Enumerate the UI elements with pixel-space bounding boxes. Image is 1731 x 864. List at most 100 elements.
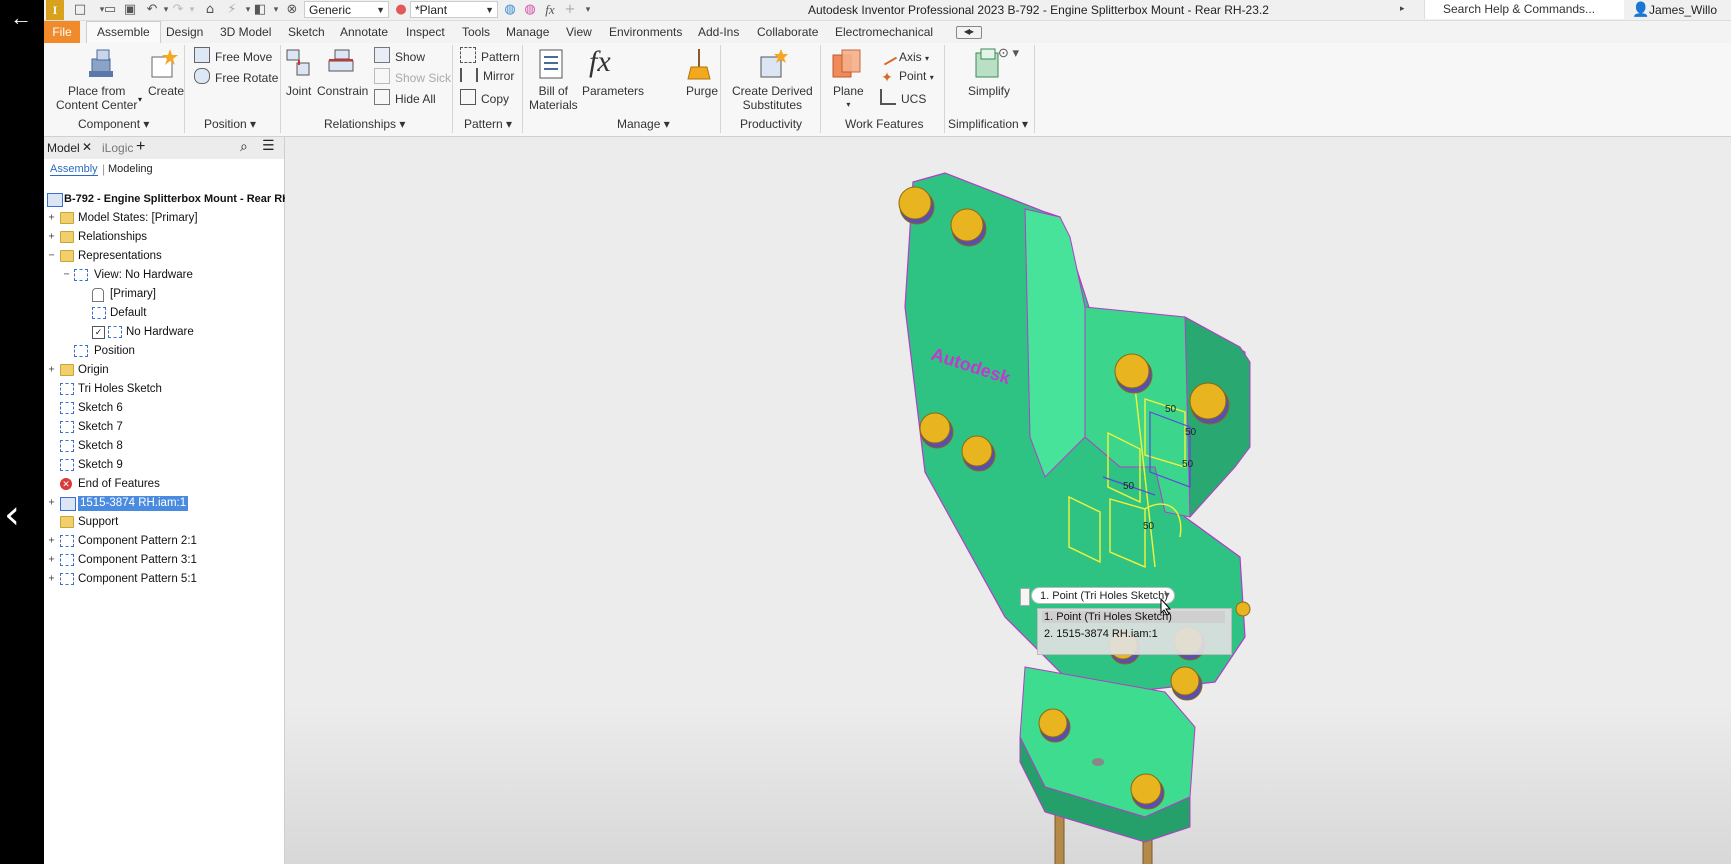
new-icon[interactable]: □ <box>72 2 88 18</box>
modeling-filter[interactable]: Modeling <box>108 163 153 175</box>
tree-item-relationships[interactable]: + Relationships <box>44 228 284 247</box>
tab-file[interactable]: File <box>44 21 80 43</box>
tree-item-sketch-9[interactable]: Sketch 9 <box>44 456 284 475</box>
color-wheel-icon[interactable]: ● <box>393 2 409 18</box>
menu-icon[interactable]: ☰ <box>262 138 275 154</box>
tree-item-view-no-hardware[interactable]: − View: No Hardware <box>44 266 284 285</box>
tree-item-origin[interactable]: + Origin <box>44 361 284 380</box>
inventor-logo-icon[interactable]: I <box>46 0 64 20</box>
create-component-button[interactable]: Create <box>148 84 184 98</box>
productivity-group-label[interactable]: Productivity <box>740 117 802 131</box>
tab-model[interactable]: Model <box>47 141 80 155</box>
tree-item-position[interactable]: Position <box>44 342 284 361</box>
joint-icon[interactable] <box>284 47 314 81</box>
free-move-button[interactable]: Free Move <box>194 47 272 65</box>
tree-item-component-pattern-2[interactable]: + Component Pattern 2:1 <box>44 532 284 551</box>
hide-all-button[interactable]: Hide All <box>374 89 436 107</box>
joint-button[interactable]: Joint <box>286 84 311 98</box>
graphics-viewport[interactable]: Autodesk 50 50 50 50 50 <box>285 137 1731 864</box>
ribbon-display-toggle-icon[interactable]: ◀▸ <box>956 26 982 39</box>
home-icon[interactable]: ⌂ <box>202 2 218 18</box>
tree-item-sketch-8[interactable]: Sketch 8 <box>44 437 284 456</box>
pattern-button[interactable]: Pattern <box>460 47 520 65</box>
expand-icon[interactable]: + <box>47 365 56 375</box>
update-icon[interactable]: ⚡ <box>224 2 240 18</box>
constrain-button[interactable]: Constrain <box>317 84 368 98</box>
customize-dropdown-icon[interactable]: ▾ <box>580 2 596 18</box>
tree-item-sketch-7[interactable]: Sketch 7 <box>44 418 284 437</box>
search-help-input[interactable]: Search Help & Commands... <box>1424 0 1624 19</box>
plane-button[interactable]: Plane ▾ <box>833 84 864 112</box>
redo-dropdown-icon[interactable]: ▾ <box>184 2 200 18</box>
place-from-content-center-icon[interactable] <box>86 47 116 81</box>
tab-annotate[interactable]: Annotate <box>340 25 388 39</box>
fx-icon[interactable]: fx <box>542 2 558 18</box>
tab-ilogic[interactable]: iLogic <box>102 141 133 155</box>
select-other-pill[interactable]: 1. Point (Tri Holes Sketch) <box>1031 587 1175 604</box>
open-icon[interactable]: ▭ <box>102 2 118 18</box>
selection-grip-handle[interactable] <box>1020 588 1030 606</box>
collapse-icon[interactable]: − <box>47 251 56 261</box>
appearance-combo[interactable]: Generic ▼ <box>304 1 389 18</box>
user-name[interactable]: James_Willo <box>1649 3 1717 17</box>
tab-view[interactable]: View <box>566 25 592 39</box>
pattern-group-label[interactable]: Pattern ▾ <box>464 117 512 131</box>
tab-manage[interactable]: Manage <box>506 25 549 39</box>
user-icon[interactable]: 👤 <box>1632 2 1649 18</box>
material-icon[interactable]: ⊗ <box>284 2 300 18</box>
collapse-icon[interactable]: − <box>62 270 71 280</box>
tree-item-representations[interactable]: − Representations <box>44 247 284 266</box>
ucs-button[interactable]: UCS <box>880 89 926 107</box>
create-derived-substitutes-button[interactable]: Create Derived Substitutes <box>732 84 813 112</box>
manage-group-label[interactable]: Manage ▾ <box>617 117 670 131</box>
tree-item-component-pattern-3[interactable]: + Component Pattern 3:1 <box>44 551 284 570</box>
place-from-content-center-button[interactable]: Place from Content Center <box>56 84 137 112</box>
expand-icon[interactable]: + <box>47 232 56 242</box>
previous-arrow-icon[interactable]: ‹ <box>4 492 20 538</box>
close-icon[interactable]: ✕ <box>82 140 92 154</box>
component-group-label[interactable]: Component ▾ <box>78 117 149 131</box>
parameters-fx-icon[interactable]: fx <box>589 45 611 79</box>
constrain-icon[interactable] <box>326 47 356 81</box>
place-dropdown-icon[interactable]: ▾ <box>138 95 142 104</box>
create-derived-substitutes-icon[interactable] <box>757 47 789 81</box>
expand-icon[interactable]: + <box>47 213 56 223</box>
select-dropdown-icon[interactable]: ▾ <box>268 2 284 18</box>
tab-sketch[interactable]: Sketch <box>288 25 325 39</box>
tab-tools[interactable]: Tools <box>462 25 490 39</box>
axis-button[interactable]: Axis ▾ <box>876 44 929 67</box>
tab-inspect[interactable]: Inspect <box>406 25 445 39</box>
parameters-button[interactable]: Parameters <box>582 84 644 98</box>
mirror-button[interactable]: Mirror <box>460 68 514 84</box>
select-option-2[interactable]: 2. 1515-3874 RH.iam:1 <box>1042 628 1158 640</box>
clear-appearance-icon[interactable]: ◍ <box>522 2 538 18</box>
expand-search-icon[interactable]: ▸ <box>1400 3 1405 14</box>
tree-item-end-of-features[interactable]: ✕ End of Features <box>44 475 284 494</box>
work-features-group-label[interactable]: Work Features <box>845 117 923 131</box>
copy-button[interactable]: Copy <box>460 89 509 107</box>
create-component-icon[interactable] <box>148 47 178 81</box>
relationships-group-label[interactable]: Relationships ▾ <box>324 117 405 131</box>
tree-root[interactable]: B-792 - Engine Splitterbox Mount - Rear … <box>44 190 290 209</box>
simplify-button[interactable]: Simplify <box>968 84 1010 98</box>
checkbox-checked-icon[interactable]: ✓ <box>92 326 105 339</box>
bill-of-materials-icon[interactable] <box>536 47 566 81</box>
tree-item-component-pattern-5[interactable]: + Component Pattern 5:1 <box>44 570 284 589</box>
add-tab-icon[interactable]: + <box>136 138 145 156</box>
tab-add-ins[interactable]: Add-Ins <box>698 25 739 39</box>
plane-icon[interactable] <box>830 47 864 81</box>
tab-3d-model[interactable]: 3D Model <box>220 25 271 39</box>
expand-icon[interactable]: + <box>47 555 56 565</box>
tree-item-sketch-6[interactable]: Sketch 6 <box>44 399 284 418</box>
tree-item-tri-holes-sketch[interactable]: Tri Holes Sketch <box>44 380 284 399</box>
purge-icon[interactable] <box>684 47 714 81</box>
search-icon[interactable]: ⌕ <box>240 139 248 155</box>
show-button[interactable]: Show <box>374 47 425 65</box>
back-arrow-icon[interactable]: ← <box>10 6 32 30</box>
adjust-icon[interactable]: ◍ <box>502 2 518 18</box>
save-icon[interactable]: ▣ <box>122 2 138 18</box>
tree-item-support[interactable]: Support <box>44 513 284 532</box>
purge-button[interactable]: Purge <box>686 84 718 98</box>
tree-item-1515-3874[interactable]: + 1515-3874 RH.iam:1 <box>44 494 284 513</box>
tab-electromechanical[interactable]: Electromechanical <box>835 25 933 39</box>
